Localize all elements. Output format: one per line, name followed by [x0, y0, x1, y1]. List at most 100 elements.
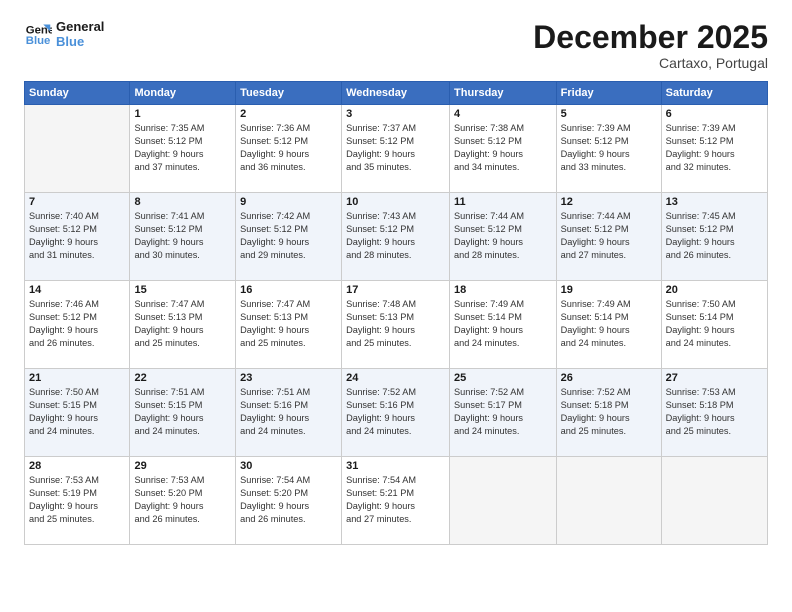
day-info: Sunrise: 7:47 AMSunset: 5:13 PMDaylight:…	[134, 298, 231, 350]
day-number: 15	[134, 284, 231, 296]
calendar-cell: 17Sunrise: 7:48 AMSunset: 5:13 PMDayligh…	[342, 281, 450, 369]
day-number: 11	[454, 196, 552, 208]
day-number: 27	[666, 372, 763, 384]
day-number: 10	[346, 196, 445, 208]
calendar-cell: 16 Sunrise: 7:47 AMSunset: 5:13 PMDayligh…	[236, 281, 342, 369]
day-info: Sunrise: 7:44 AMSunset: 5:12 PMDaylight:…	[454, 210, 552, 262]
calendar-title: December 2025	[533, 20, 768, 55]
calendar-cell: 10 Sunrise: 7:43 AMSunset: 5:12 PMDayligh…	[342, 193, 450, 281]
day-number: 12	[561, 196, 657, 208]
day-number: 16	[240, 284, 337, 296]
svg-text:Blue: Blue	[26, 35, 51, 47]
day-info: Sunrise: 7:43 AMSunset: 5:12 PMDaylight:…	[346, 210, 445, 262]
day-header-wednesday: Wednesday	[342, 82, 450, 105]
calendar-cell: 29 Sunrise: 7:53 AMSunset: 5:20 PMDayligh…	[130, 457, 236, 545]
day-number: 14	[29, 284, 125, 296]
day-number: 30	[240, 460, 337, 472]
day-info: Sunrise: 7:36 AMSunset: 5:12 PMDaylight:…	[240, 122, 337, 174]
day-number: 25	[454, 372, 552, 384]
day-info: Sunrise: 7:52 AMSunset: 5:16 PMDaylight:…	[346, 386, 445, 438]
day-info: Sunrise: 7:52 AMSunset: 5:18 PMDaylight:…	[561, 386, 657, 438]
calendar-cell: 20 Sunrise: 7:50 AMSunset: 5:14 PMDayligh…	[661, 281, 767, 369]
calendar-cell: 28Sunrise: 7:53 AMSunset: 5:19 PMDayligh…	[25, 457, 130, 545]
day-info: Sunrise: 7:51 AMSunset: 5:15 PMDaylight:…	[134, 386, 231, 438]
day-info: Sunrise: 7:51 AMSunset: 5:16 PMDaylight:…	[240, 386, 337, 438]
day-info: Sunrise: 7:54 AMSunset: 5:20 PMDaylight:…	[240, 474, 337, 526]
day-number: 7	[29, 196, 125, 208]
calendar-cell: 15 Sunrise: 7:47 AMSunset: 5:13 PMDayligh…	[130, 281, 236, 369]
day-number: 1	[134, 108, 231, 120]
day-number: 26	[561, 372, 657, 384]
calendar-cell: 23 Sunrise: 7:51 AMSunset: 5:16 PMDayligh…	[236, 369, 342, 457]
calendar-cell: 9 Sunrise: 7:42 AMSunset: 5:12 PMDaylight…	[236, 193, 342, 281]
calendar-cell	[556, 457, 661, 545]
day-info: Sunrise: 7:49 AMSunset: 5:14 PMDaylight:…	[561, 298, 657, 350]
day-info: Sunrise: 7:47 AMSunset: 5:13 PMDaylight:…	[240, 298, 337, 350]
day-header-friday: Friday	[556, 82, 661, 105]
day-number: 8	[134, 196, 231, 208]
day-header-monday: Monday	[130, 82, 236, 105]
calendar-cell: 25 Sunrise: 7:52 AMSunset: 5:17 PMDayligh…	[450, 369, 557, 457]
calendar-cell	[661, 457, 767, 545]
day-info: Sunrise: 7:39 AMSunset: 5:12 PMDaylight:…	[666, 122, 763, 174]
day-info: Sunrise: 7:44 AMSunset: 5:12 PMDaylight:…	[561, 210, 657, 262]
day-number: 18	[454, 284, 552, 296]
day-number: 17	[346, 284, 445, 296]
calendar-cell: 18Sunrise: 7:49 AMSunset: 5:14 PMDayligh…	[450, 281, 557, 369]
day-info: Sunrise: 7:54 AMSunset: 5:21 PMDaylight:…	[346, 474, 445, 526]
calendar-cell: 11 Sunrise: 7:44 AMSunset: 5:12 PMDayligh…	[450, 193, 557, 281]
calendar-cell: 1 Sunrise: 7:35 AMSunset: 5:12 PMDaylight…	[130, 105, 236, 193]
day-info: Sunrise: 7:52 AMSunset: 5:17 PMDaylight:…	[454, 386, 552, 438]
day-number: 20	[666, 284, 763, 296]
day-number: 29	[134, 460, 231, 472]
calendar-cell: 19 Sunrise: 7:49 AMSunset: 5:14 PMDayligh…	[556, 281, 661, 369]
day-header-sunday: Sunday	[25, 82, 130, 105]
day-info: Sunrise: 7:42 AMSunset: 5:12 PMDaylight:…	[240, 210, 337, 262]
calendar-cell: 8 Sunrise: 7:41 AMSunset: 5:12 PMDaylight…	[130, 193, 236, 281]
day-info: Sunrise: 7:46 AMSunset: 5:12 PMDaylight:…	[29, 298, 125, 350]
day-number: 21	[29, 372, 125, 384]
day-number: 31	[346, 460, 445, 472]
logo-line1: General	[56, 20, 104, 35]
calendar-cell: 4 Sunrise: 7:38 AMSunset: 5:12 PMDaylight…	[450, 105, 557, 193]
day-info: Sunrise: 7:45 AMSunset: 5:12 PMDaylight:…	[666, 210, 763, 262]
calendar-cell	[450, 457, 557, 545]
day-info: Sunrise: 7:41 AMSunset: 5:12 PMDaylight:…	[134, 210, 231, 262]
day-info: Sunrise: 7:53 AMSunset: 5:18 PMDaylight:…	[666, 386, 763, 438]
day-header-thursday: Thursday	[450, 82, 557, 105]
day-info: Sunrise: 7:53 AMSunset: 5:20 PMDaylight:…	[134, 474, 231, 526]
day-number: 3	[346, 108, 445, 120]
day-info: Sunrise: 7:50 AMSunset: 5:15 PMDaylight:…	[29, 386, 125, 438]
day-header-tuesday: Tuesday	[236, 82, 342, 105]
calendar-cell: 22 Sunrise: 7:51 AMSunset: 5:15 PMDayligh…	[130, 369, 236, 457]
calendar-cell: 26 Sunrise: 7:52 AMSunset: 5:18 PMDayligh…	[556, 369, 661, 457]
calendar-cell: 3Sunrise: 7:37 AMSunset: 5:12 PMDaylight…	[342, 105, 450, 193]
day-info: Sunrise: 7:53 AMSunset: 5:19 PMDaylight:…	[29, 474, 125, 526]
calendar-cell: 13Sunrise: 7:45 AMSunset: 5:12 PMDayligh…	[661, 193, 767, 281]
day-number: 9	[240, 196, 337, 208]
day-info: Sunrise: 7:38 AMSunset: 5:12 PMDaylight:…	[454, 122, 552, 174]
calendar-cell	[25, 105, 130, 193]
calendar-cell: 7 Sunrise: 7:40 AMSunset: 5:12 PMDaylight…	[25, 193, 130, 281]
day-number: 4	[454, 108, 552, 120]
calendar-subtitle: Cartaxo, Portugal	[533, 55, 768, 71]
calendar-cell: 5Sunrise: 7:39 AMSunset: 5:12 PMDaylight…	[556, 105, 661, 193]
day-number: 6	[666, 108, 763, 120]
day-number: 5	[561, 108, 657, 120]
calendar-cell: 24 Sunrise: 7:52 AMSunset: 5:16 PMDayligh…	[342, 369, 450, 457]
day-info: Sunrise: 7:40 AMSunset: 5:12 PMDaylight:…	[29, 210, 125, 262]
day-info: Sunrise: 7:35 AMSunset: 5:12 PMDaylight:…	[134, 122, 231, 174]
logo-line2: Blue	[56, 35, 104, 50]
calendar-cell: 30 Sunrise: 7:54 AMSunset: 5:20 PMDayligh…	[236, 457, 342, 545]
calendar-cell: 31 Sunrise: 7:54 AMSunset: 5:21 PMDayligh…	[342, 457, 450, 545]
calendar-cell: 14 Sunrise: 7:46 AMSunset: 5:12 PMDayligh…	[25, 281, 130, 369]
day-number: 23	[240, 372, 337, 384]
calendar-cell: 2 Sunrise: 7:36 AMSunset: 5:12 PMDaylight…	[236, 105, 342, 193]
logo: General Blue General Blue	[24, 20, 104, 50]
day-number: 19	[561, 284, 657, 296]
day-number: 22	[134, 372, 231, 384]
day-number: 24	[346, 372, 445, 384]
day-number: 2	[240, 108, 337, 120]
day-info: Sunrise: 7:50 AMSunset: 5:14 PMDaylight:…	[666, 298, 763, 350]
calendar-cell: 21 Sunrise: 7:50 AMSunset: 5:15 PMDayligh…	[25, 369, 130, 457]
